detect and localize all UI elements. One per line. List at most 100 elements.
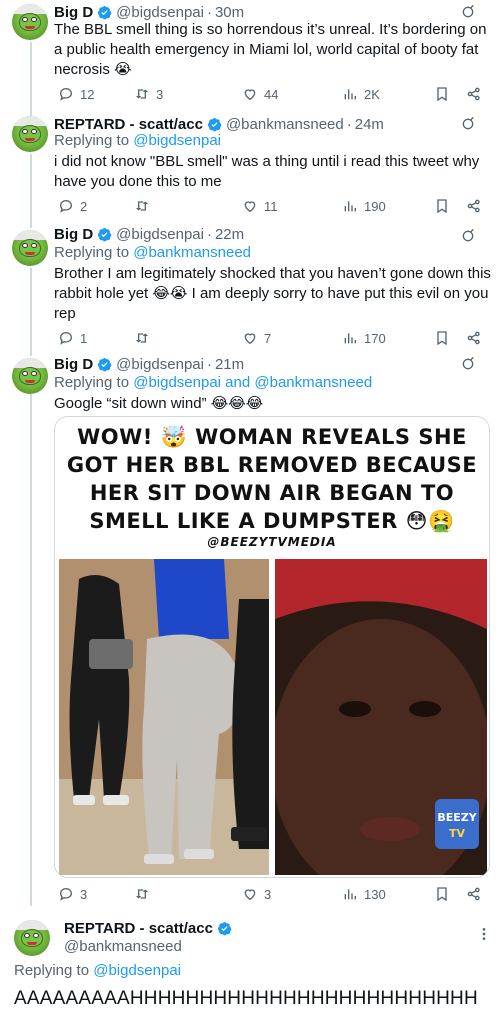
timestamp[interactable]: 30m xyxy=(215,4,244,21)
replying-to-link[interactable]: @bankmansneed xyxy=(133,244,251,261)
action-bar: 2 11 190 xyxy=(54,196,490,216)
like-button[interactable]: 3 xyxy=(242,884,271,904)
action-bar: 12 3 44 2K xyxy=(54,84,490,104)
handle[interactable]: @bigdsenpai xyxy=(116,226,204,243)
photo-right: BEEZY TV xyxy=(275,559,487,875)
grok-icon[interactable] xyxy=(460,228,476,244)
meme-headline: WOW! 🤯 WOMAN REVEALS SHE GOT HER BBL REM… xyxy=(55,423,489,535)
retweet-button[interactable]: 3 xyxy=(134,84,163,104)
display-name[interactable]: Big D xyxy=(54,226,93,243)
tweet-text: Google “sit down wind” 😂😂😂 xyxy=(54,395,264,412)
handle[interactable]: @bankmansneed xyxy=(226,116,344,133)
verified-icon xyxy=(98,5,112,19)
display-name[interactable]: REPTARD - scatt/acc xyxy=(54,116,203,133)
tweet-text: The BBL smell thing is so horrendous it’… xyxy=(54,21,487,78)
verified-icon xyxy=(98,227,112,241)
photo-right-art: BEEZY TV xyxy=(275,559,487,875)
like-count: 7 xyxy=(264,330,272,346)
avatar[interactable] xyxy=(12,230,48,266)
photo-left-art xyxy=(59,559,269,875)
bookmark-button[interactable] xyxy=(434,196,450,216)
meme-headline-line: WOW! 🤯 WOMAN REVEALS SHE xyxy=(77,425,467,449)
views-icon xyxy=(344,889,356,900)
grok-icon[interactable] xyxy=(460,4,476,20)
avatar[interactable] xyxy=(12,116,48,152)
timestamp[interactable]: 24m xyxy=(355,116,384,133)
bookmark-icon xyxy=(437,199,447,214)
avatar[interactable] xyxy=(12,4,48,40)
replying-to-link[interactable]: @bigdsenpai xyxy=(133,132,221,149)
share-button[interactable] xyxy=(466,884,482,904)
views-button[interactable]: 170 xyxy=(342,328,386,348)
meme-headline-line: SMELL LIKE A DUMPSTER 😳🤮 xyxy=(89,509,455,533)
like-icon xyxy=(244,89,256,101)
share-icon xyxy=(467,887,480,901)
views-button[interactable]: 2K xyxy=(342,84,380,104)
reply-button[interactable]: 12 xyxy=(58,84,94,104)
timestamp[interactable]: 21m xyxy=(215,356,244,373)
avatar[interactable] xyxy=(14,920,50,956)
replying-label: Replying to xyxy=(54,132,130,149)
retweet-button[interactable] xyxy=(134,884,156,904)
replying-to: Replying to @bankmansneed xyxy=(54,244,251,261)
share-button[interactable] xyxy=(466,196,482,216)
bookmark-button[interactable] xyxy=(434,328,450,348)
tweet-3[interactable]: Big D @bigdsenpai · 22m Replying to @ban… xyxy=(0,226,500,354)
like-icon xyxy=(244,333,256,345)
share-button[interactable] xyxy=(466,84,482,104)
reply-button[interactable]: 2 xyxy=(58,196,87,216)
bookmark-button[interactable] xyxy=(434,84,450,104)
retweet-count: 3 xyxy=(156,86,164,102)
views-button[interactable]: 190 xyxy=(342,196,386,216)
handle[interactable]: @bankmansneed xyxy=(64,938,182,955)
bookmark-icon xyxy=(437,87,447,102)
views-count: 190 xyxy=(364,198,386,214)
views-icon xyxy=(344,333,356,344)
reply-button[interactable]: 3 xyxy=(58,884,87,904)
bookmark-button[interactable] xyxy=(434,884,450,904)
views-icon xyxy=(344,89,356,100)
reply-icon xyxy=(59,887,73,901)
tweet-text: Brother I am legitimately shocked that y… xyxy=(54,265,491,322)
display-name[interactable]: Big D xyxy=(54,356,93,373)
like-button[interactable]: 7 xyxy=(242,328,271,348)
retweet-icon xyxy=(136,89,148,99)
tweet-2[interactable]: REPTARD - scatt/acc @bankmansneed · 24m … xyxy=(0,112,500,226)
replying-label: Replying to xyxy=(14,962,90,979)
avatar[interactable] xyxy=(12,358,48,394)
timestamp[interactable]: 22m xyxy=(215,226,244,243)
replying-to-link[interactable]: @bigdsenpai and @bankmansneed xyxy=(133,374,372,391)
like-count: 3 xyxy=(264,886,272,902)
grok-icon[interactable] xyxy=(460,116,476,132)
display-name[interactable]: REPTARD - scatt/acc xyxy=(64,920,213,937)
replying-to-link[interactable]: @bigdsenpai xyxy=(93,962,181,979)
views-icon xyxy=(344,201,356,212)
more-icon[interactable] xyxy=(476,926,492,942)
meme-headline-line: GOT HER BBL REMOVED BECAUSE xyxy=(66,453,478,477)
share-icon xyxy=(467,87,480,101)
share-button[interactable] xyxy=(466,328,482,348)
retweet-button[interactable] xyxy=(134,328,156,348)
like-count: 44 xyxy=(264,86,279,102)
separator-dot: · xyxy=(206,355,212,373)
replying-to: Replying to @bigdsenpai xyxy=(14,962,181,979)
like-button[interactable]: 44 xyxy=(242,84,278,104)
views-button[interactable]: 130 xyxy=(342,884,386,904)
meme-headline-line: HER SIT DOWN AIR BEGAN TO xyxy=(89,481,455,505)
reply-icon xyxy=(59,199,73,213)
retweet-button[interactable] xyxy=(134,196,156,216)
replying-to: Replying to @bigdsenpai and @bankmansnee… xyxy=(54,374,372,391)
watermark: TV xyxy=(449,827,466,840)
views-count: 2K xyxy=(364,86,380,102)
reply-button[interactable]: 1 xyxy=(58,328,87,348)
tweet-image[interactable]: WOW! 🤯 WOMAN REVEALS SHE GOT HER BBL REM… xyxy=(54,416,490,878)
grok-icon[interactable] xyxy=(460,356,476,372)
handle[interactable]: @bigdsenpai xyxy=(116,356,204,373)
like-button[interactable]: 11 xyxy=(242,196,278,216)
separator-dot: · xyxy=(206,225,212,243)
replying-label: Replying to xyxy=(54,374,130,391)
display-name[interactable]: Big D xyxy=(54,4,93,21)
handle[interactable]: @bigdsenpai xyxy=(116,4,204,21)
action-bar: 3 3 130 xyxy=(54,884,490,904)
tweet-1[interactable]: Big D @bigdsenpai · 30m The BBL smell th… xyxy=(0,0,500,112)
